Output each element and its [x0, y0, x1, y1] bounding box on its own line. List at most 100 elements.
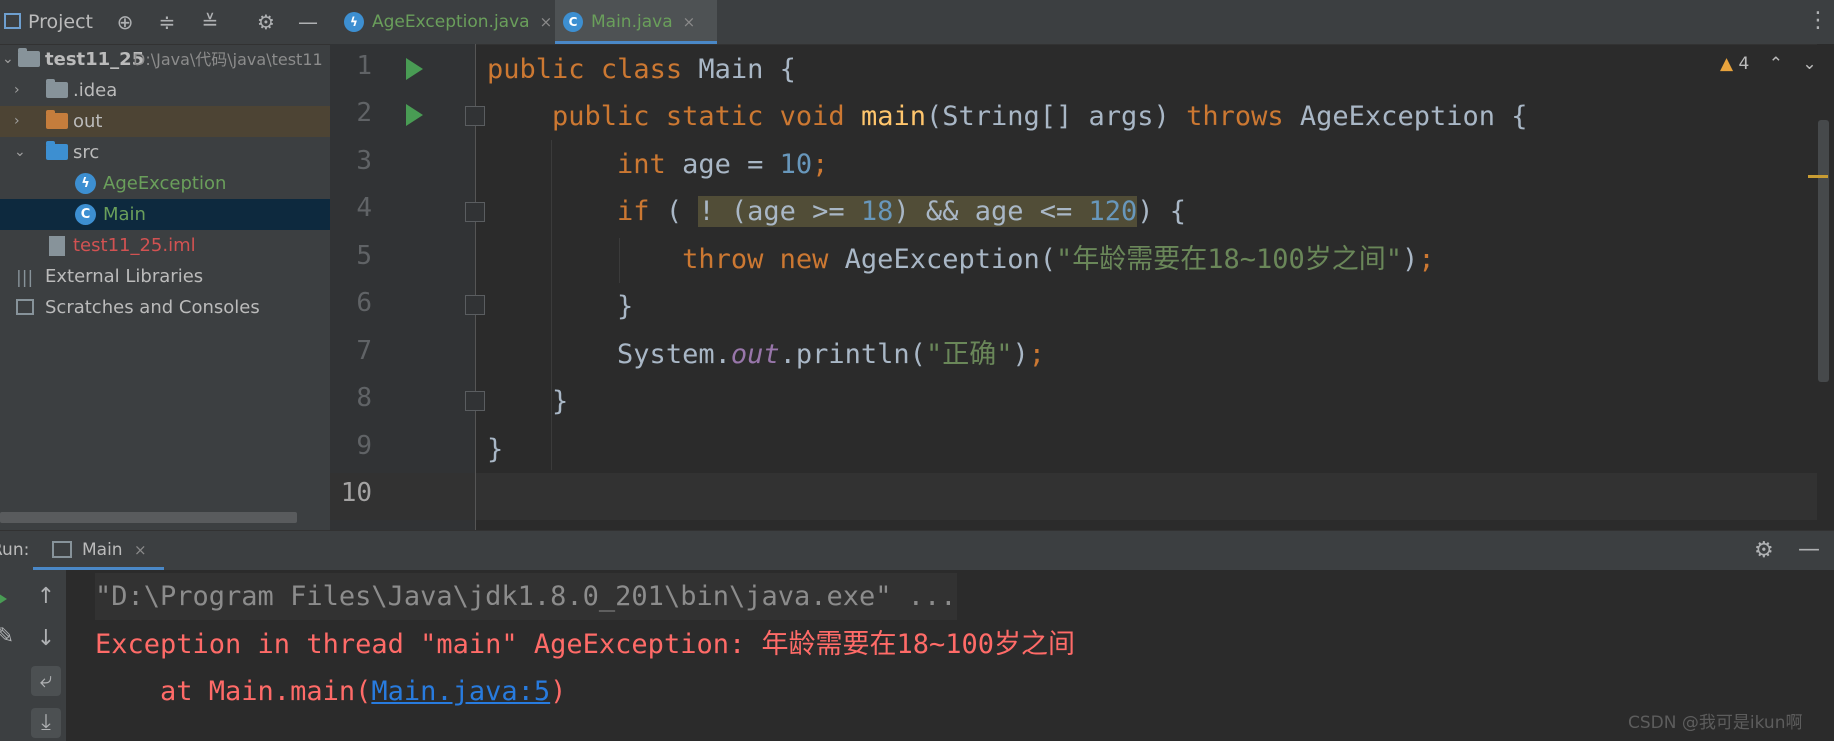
gear-icon[interactable]: ⚙ — [254, 10, 278, 34]
code-line-5[interactable]: throw new AgeException("年龄需要在18~100岁之间")… — [487, 236, 1435, 283]
run-main-icon[interactable] — [406, 104, 423, 126]
line-number: 4 — [356, 193, 372, 223]
code-line-2[interactable]: public static void main(String[] args) t… — [487, 93, 1527, 140]
line-number: 8 — [356, 383, 372, 413]
tree-item-iml[interactable]: test11_25.iml — [0, 230, 330, 261]
libraries-icon: ||| — [16, 268, 34, 288]
chevron-right-icon[interactable]: › — [14, 75, 20, 106]
inspection-widget[interactable]: ▲ 4 ⌃ ⌄ — [1720, 54, 1817, 74]
line-number: 2 — [356, 98, 372, 128]
tree-item-ageexception[interactable]: ϟ AgeException — [0, 168, 330, 199]
fold-marker-icon[interactable] — [465, 106, 485, 126]
code-line-6[interactable]: } — [487, 283, 633, 330]
watermark: CSDN @我可是ikun啊 — [1628, 713, 1803, 733]
class-icon: C — [563, 12, 583, 32]
tree-item-out[interactable]: › out — [0, 106, 330, 137]
chevron-down-icon[interactable]: ⌄ — [1802, 54, 1816, 74]
code-line-7[interactable]: System.out.println("正确"); — [487, 331, 1045, 378]
arrow-down-icon[interactable]: ↓ — [31, 624, 61, 654]
code-line-9[interactable]: } — [487, 426, 503, 473]
line-number: 3 — [356, 146, 372, 176]
class-icon: C — [75, 204, 96, 225]
tree-item-external-libraries[interactable]: ||| External Libraries — [0, 261, 330, 292]
tree-item-label: Scratches and Consoles — [45, 297, 260, 318]
source-folder-icon — [46, 141, 68, 160]
fold-marker-icon[interactable] — [465, 295, 485, 315]
chevron-up-icon[interactable]: ⌃ — [1769, 54, 1783, 74]
wrench-icon[interactable]: ✎ — [0, 622, 20, 652]
tree-item-label: Main — [103, 204, 146, 225]
warning-stripe[interactable] — [1808, 175, 1828, 178]
locate-icon[interactable]: ⊕ — [113, 10, 137, 34]
fold-marker-icon[interactable] — [465, 391, 485, 411]
tree-item-label: src — [73, 142, 100, 163]
scroll-to-end-icon[interactable]: ⤓ — [31, 708, 61, 738]
tree-item-label: out — [73, 111, 103, 132]
project-icon — [4, 13, 21, 29]
module-folder-icon — [18, 48, 40, 67]
excluded-folder-icon — [46, 110, 68, 129]
current-line-highlight — [476, 473, 1817, 520]
close-icon[interactable]: × — [683, 13, 696, 31]
tree-item-idea[interactable]: › .idea — [0, 75, 330, 106]
tree-item-src[interactable]: ⌄ src — [0, 137, 330, 168]
fold-marker-icon[interactable] — [465, 202, 485, 222]
run-tab-label[interactable]: Main — [82, 540, 123, 560]
chevron-down-icon[interactable]: ⌄ — [2, 44, 14, 75]
line-number: 7 — [356, 336, 372, 366]
line-number: 1 — [356, 51, 372, 81]
code-line-3[interactable]: int age = 10; — [487, 141, 828, 188]
code-line-1[interactable]: public class Main { — [487, 46, 796, 93]
rerun-icon[interactable] — [0, 590, 7, 608]
line-number: 9 — [356, 431, 372, 461]
soft-wrap-icon[interactable]: ⤶ — [31, 666, 61, 696]
console-icon — [52, 541, 72, 558]
tab-ageexception-java[interactable]: ϟ AgeException.java × — [336, 0, 554, 44]
close-icon[interactable]: × — [134, 541, 147, 559]
tree-item-scratches[interactable]: Scratches and Consoles — [0, 292, 330, 323]
exception-class-icon: ϟ — [75, 173, 96, 194]
tab-main-java[interactable]: C Main.java × — [555, 0, 717, 44]
root-path: D:\Java\代码\java\test11 — [133, 50, 323, 69]
console-command-line: "D:\Program Files\Java\jdk1.8.0_201\bin\… — [95, 573, 957, 620]
project-panel-title[interactable]: Project — [28, 11, 93, 33]
run-panel-header: Run: Main × ⚙ — — [0, 530, 1834, 571]
warning-count: 4 — [1738, 54, 1750, 74]
folder-icon — [46, 79, 68, 98]
tree-item-label: .idea — [73, 80, 118, 101]
editor-tab-bar: ϟ AgeException.java × C Main.java × ⋮ — [330, 0, 1834, 45]
editor-scrollbar-thumb[interactable] — [1818, 120, 1829, 382]
tree-root[interactable]: ⌄ test11_25 D:\Java\代码\java\test11 — [0, 44, 330, 75]
chevron-right-icon[interactable]: › — [14, 106, 20, 137]
close-icon[interactable]: × — [540, 13, 553, 31]
code-line-4[interactable]: if ( ! (age >= 18) && age <= 120) { — [487, 188, 1186, 235]
tree-item-label: External Libraries — [45, 266, 204, 287]
line-number: 10 — [340, 478, 372, 508]
code-line-8[interactable]: } — [487, 378, 568, 425]
line-number: 6 — [356, 288, 372, 318]
exception-class-icon: ϟ — [344, 12, 364, 32]
console-exception-line: Exception in thread "main" AgeException:… — [95, 629, 1076, 660]
chevron-down-icon[interactable]: ⌄ — [14, 137, 26, 168]
tree-item-main[interactable]: C Main — [0, 199, 330, 230]
run-toolbar: ✎ ↑ ↓ ⤶ ⤓ — [0, 570, 70, 741]
tab-label: Main.java — [591, 12, 673, 32]
tab-label: AgeException.java — [372, 12, 530, 32]
more-actions-icon[interactable]: ⋮ — [1807, 8, 1829, 33]
collapse-all-icon[interactable]: ≚ — [198, 10, 222, 34]
iml-file-icon — [49, 236, 65, 256]
project-horizontal-scrollbar[interactable] — [0, 512, 297, 523]
arrow-up-icon[interactable]: ↑ — [31, 582, 61, 612]
minimize-icon[interactable]: — — [1798, 537, 1820, 562]
root-name: test11_25 — [45, 49, 145, 70]
project-panel-header: Project ⊕ ≑ ≚ ⚙ — — [0, 0, 330, 45]
tree-item-label: AgeException — [103, 173, 227, 194]
gear-icon[interactable]: ⚙ — [1754, 538, 1774, 563]
console-stacktrace-line: at Main.main(Main.java:5) — [95, 676, 567, 707]
scratches-icon — [16, 299, 34, 315]
minimize-icon[interactable]: — — [296, 10, 320, 34]
expand-all-icon[interactable]: ≑ — [155, 10, 179, 34]
run-label: Run: — [0, 540, 30, 560]
run-class-icon[interactable] — [406, 58, 423, 80]
stacktrace-link[interactable]: Main.java:5 — [371, 676, 550, 707]
